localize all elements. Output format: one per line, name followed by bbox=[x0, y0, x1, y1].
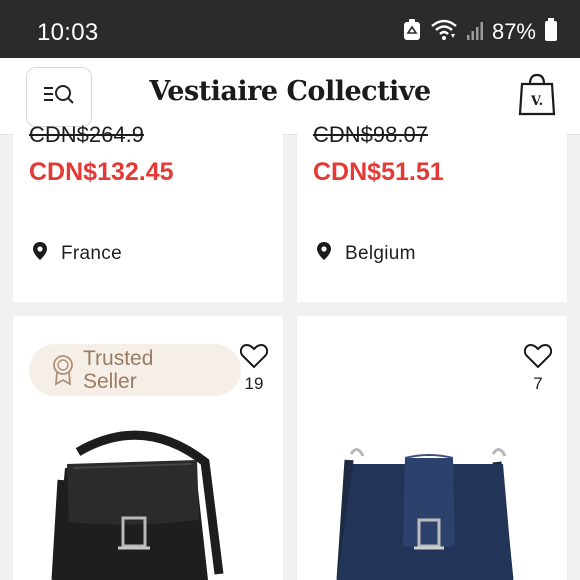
seller-location: Belgium bbox=[317, 242, 416, 265]
like-button[interactable]: 19 bbox=[239, 343, 269, 394]
trusted-seller-icon bbox=[51, 354, 75, 391]
like-button[interactable]: 7 bbox=[523, 343, 553, 394]
wifi-icon bbox=[430, 18, 458, 47]
status-bar: 10:03 87% bbox=[0, 0, 580, 58]
product-card[interactable]: CDN$98.07 CDN$51.51 Belgium bbox=[297, 122, 567, 302]
like-count: 19 bbox=[244, 374, 264, 393]
trusted-seller-badge: Trusted Seller bbox=[29, 344, 241, 396]
battery-percent: 87% bbox=[491, 19, 536, 44]
location-label: France bbox=[61, 242, 122, 264]
cart-button[interactable]: V. bbox=[518, 72, 556, 121]
location-pin-icon bbox=[33, 242, 47, 265]
recycle-notification-icon bbox=[402, 18, 422, 46]
product-card[interactable]: Trusted Seller 19 bbox=[13, 316, 283, 580]
brand-logo[interactable]: Vestiaire Collective bbox=[0, 76, 580, 107]
original-price: CDN$264.9 bbox=[29, 122, 144, 147]
cellular-signal-icon bbox=[466, 19, 486, 46]
product-card[interactable]: CDN$264.9 CDN$132.45 France bbox=[13, 122, 283, 302]
shopping-bag-icon: V. bbox=[518, 73, 556, 116]
seller-location: France bbox=[33, 242, 122, 265]
product-card[interactable]: 7 bbox=[297, 316, 567, 580]
cart-badge: V. bbox=[530, 94, 543, 109]
location-label: Belgium bbox=[345, 242, 416, 264]
sale-price: CDN$51.51 bbox=[313, 158, 444, 186]
product-image[interactable] bbox=[13, 424, 283, 580]
battery-icon bbox=[544, 17, 558, 47]
product-image[interactable] bbox=[297, 424, 567, 580]
status-time: 10:03 bbox=[37, 19, 99, 46]
sale-price: CDN$132.45 bbox=[29, 158, 174, 186]
trusted-seller-label: Trusted Seller bbox=[83, 347, 154, 393]
location-pin-icon bbox=[317, 242, 331, 265]
like-count: 7 bbox=[533, 374, 543, 393]
status-icons: 87% bbox=[394, 17, 558, 47]
heart-icon bbox=[523, 343, 553, 369]
original-price: CDN$98.07 bbox=[313, 122, 428, 147]
heart-icon bbox=[239, 343, 269, 369]
